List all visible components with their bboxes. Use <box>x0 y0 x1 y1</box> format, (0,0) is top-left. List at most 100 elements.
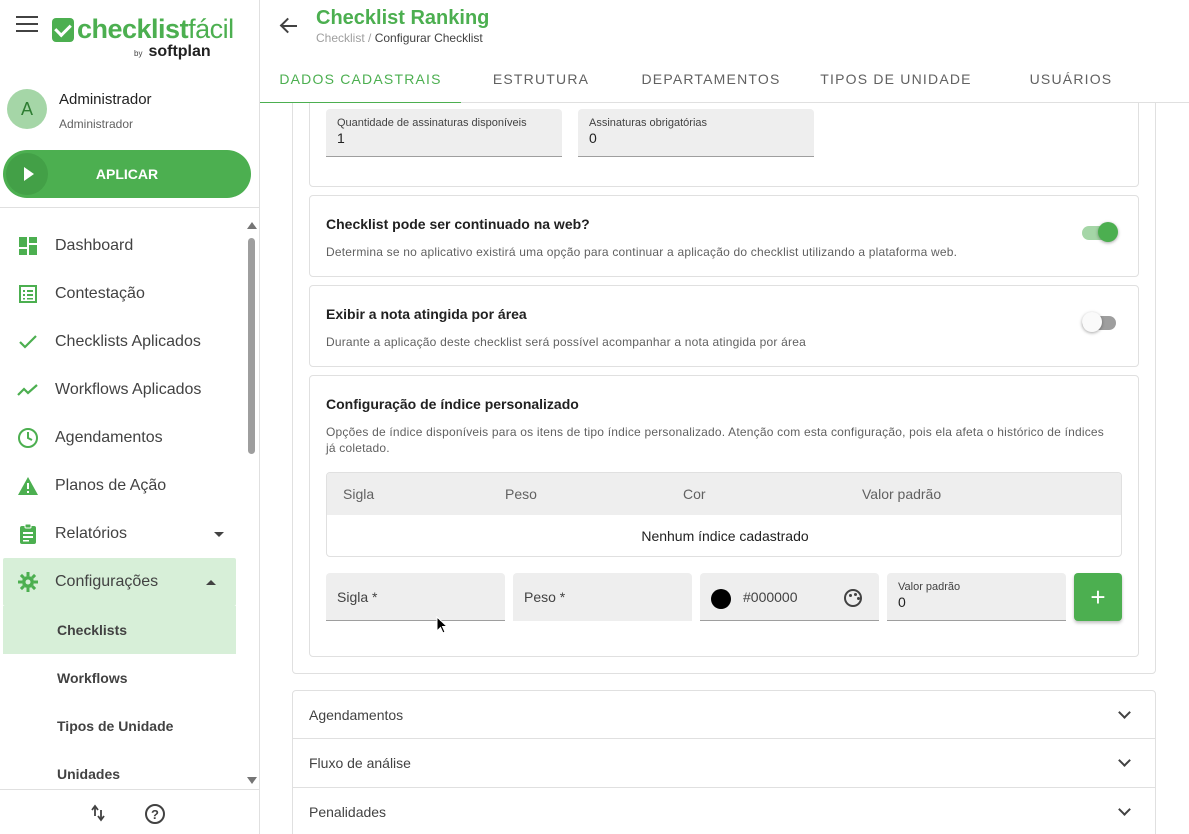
panel-title: Penalidades <box>309 804 387 820</box>
logo-text-accent: fácil <box>188 14 234 44</box>
sidebar-nav: Dashboard Contestação Checklists Aplicad… <box>0 222 244 798</box>
logo-by: by <box>134 49 143 58</box>
logo-check-icon <box>52 17 74 42</box>
sidebar-item-dashboard[interactable]: Dashboard <box>0 222 244 270</box>
sidebar-subitem-label: Workflows <box>57 670 128 686</box>
table-header: Sigla Peso Cor Valor padrão <box>327 473 1121 515</box>
clock-icon <box>17 427 39 449</box>
field-label: Quantidade de assinaturas disponíveis <box>337 117 527 129</box>
page-header: Checklist Ranking Checklist / Configurar… <box>260 0 1189 104</box>
column-header-cor: Cor <box>683 486 706 502</box>
breadcrumb-parent[interactable]: Checklist <box>316 31 365 45</box>
tab-usuarios[interactable]: USUÁRIOS <box>991 55 1151 103</box>
logo-partner: softplan <box>148 43 211 60</box>
sidebar-item-checklists-aplicados[interactable]: Checklists Aplicados <box>0 318 244 366</box>
field-value: 0 <box>898 594 906 610</box>
field-value: 1 <box>337 130 345 146</box>
sidebar-item-relatorios[interactable]: Relatórios <box>0 510 244 558</box>
breadcrumb-separator: / <box>364 31 375 45</box>
color-value: #000000 <box>743 589 798 605</box>
back-arrow-icon[interactable] <box>279 16 299 36</box>
menu-icon[interactable] <box>16 16 38 34</box>
app-root: checklist fácil by softplan A Administrado… <box>0 0 1189 834</box>
panel-agendamentos[interactable]: Agendamentos <box>292 690 1156 739</box>
sidebar-item-label: Checklists Aplicados <box>55 333 201 350</box>
breadcrumb: Checklist / Configurar Checklist <box>316 31 483 45</box>
sort-icon[interactable] <box>90 804 106 822</box>
panel-fluxo-de-analise[interactable]: Fluxo de análise <box>292 739 1156 788</box>
chevron-down-icon <box>214 531 224 537</box>
area-score-toggle[interactable] <box>1082 312 1118 332</box>
sidebar-subitem-label: Checklists <box>57 622 128 638</box>
column-header-sigla: Sigla <box>343 486 375 502</box>
sidebar-item-label: Workflows Aplicados <box>55 381 202 398</box>
scroll-thumb[interactable] <box>248 238 255 454</box>
sidebar-subitem-workflows[interactable]: Workflows <box>0 654 244 702</box>
scroll-up-arrow-icon[interactable] <box>247 222 257 229</box>
gear-icon <box>17 571 39 593</box>
card-description: Determina se no aplicativo existirá uma … <box>326 245 958 259</box>
scroll-down-arrow-icon[interactable] <box>247 777 257 784</box>
signatures-available-field[interactable]: Quantidade de assinaturas disponíveis 1 <box>326 109 562 157</box>
color-input[interactable]: #000000 <box>700 573 879 621</box>
custom-index-card: Configuração de índice personalizado Opç… <box>309 375 1139 657</box>
peso-input[interactable]: Peso * <box>513 573 692 621</box>
card-title: Configuração de índice personalizado <box>326 396 579 412</box>
sidebar-subitem-checklists[interactable]: Checklists <box>3 606 236 654</box>
field-label: Valor padrão <box>898 581 961 593</box>
tab-estrutura[interactable]: ESTRUTURA <box>461 55 621 103</box>
field-value: 0 <box>589 130 597 146</box>
tab-dados-cadastrais[interactable]: DADOS CADASTRAIS <box>260 55 461 104</box>
default-value-input[interactable]: Valor padrão 0 <box>887 573 1066 621</box>
field-placeholder: Sigla * <box>337 589 378 605</box>
card-description: Opções de índice disponíveis para os ite… <box>326 425 1104 455</box>
warning-icon <box>17 475 39 497</box>
sidebar-item-configuracoes[interactable]: Configurações <box>3 558 236 606</box>
sidebar-item-contestacao[interactable]: Contestação <box>0 270 244 318</box>
main-content: Quantidade de assinaturas disponíveis 1 … <box>260 103 1189 834</box>
sidebar-item-workflows-aplicados[interactable]: Workflows Aplicados <box>0 366 244 414</box>
field-placeholder: Peso * <box>524 589 566 605</box>
card-title: Exibir a nota atingida por área <box>326 306 527 322</box>
logo-text-main: checklist <box>77 14 189 44</box>
signatures-required-field[interactable]: Assinaturas obrigatórias 0 <box>578 109 814 157</box>
avatar: A <box>7 89 47 129</box>
tab-tipos-de-unidade[interactable]: TIPOS DE UNIDADE <box>801 55 991 103</box>
chevron-up-icon <box>206 579 216 585</box>
sidebar-scrollbar[interactable] <box>246 222 257 784</box>
sidebar-footer: ? <box>0 789 259 834</box>
user-role: Administrador <box>59 117 134 131</box>
web-continue-toggle[interactable] <box>1082 222 1118 242</box>
panel-title: Fluxo de análise <box>309 755 411 771</box>
apply-button[interactable]: APLICAR <box>3 150 251 198</box>
chevron-down-icon <box>1118 803 1131 816</box>
panel-title: Agendamentos <box>309 707 404 723</box>
sidebar-item-label: Configurações <box>55 573 159 590</box>
sidebar-item-agendamentos[interactable]: Agendamentos <box>0 414 244 462</box>
sidebar-item-label: Relatórios <box>55 525 128 542</box>
sidebar: checklist fácil by softplan A Administrado… <box>0 0 260 834</box>
page-title: Checklist Ranking <box>316 7 490 29</box>
chevron-down-icon <box>1118 706 1131 719</box>
panel-penalidades[interactable]: Penalidades <box>292 788 1156 834</box>
tab-bar: DADOS CADASTRAIS ESTRUTURA DEPARTAMENTOS… <box>260 55 1189 104</box>
check-icon <box>17 331 39 353</box>
sidebar-subitem-label: Tipos de Unidade <box>57 718 174 734</box>
tab-departamentos[interactable]: DEPARTAMENTOS <box>621 55 801 103</box>
sidebar-item-planos-de-acao[interactable]: Planos de Ação <box>0 462 244 510</box>
palette-icon[interactable] <box>844 589 862 607</box>
chevron-down-icon <box>1118 754 1131 767</box>
area-score-card: Exibir a nota atingida por área Durante … <box>309 285 1139 367</box>
sigla-input[interactable]: Sigla * <box>326 573 505 621</box>
card-title: Checklist pode ser continuado na web? <box>326 216 590 232</box>
sidebar-item-label: Dashboard <box>55 237 134 254</box>
help-icon[interactable]: ? <box>145 804 165 824</box>
add-index-button[interactable]: + <box>1074 573 1122 621</box>
field-label: Assinaturas obrigatórias <box>589 117 708 129</box>
sidebar-item-label: Planos de Ação <box>55 477 167 494</box>
sidebar-subitem-tipos-de-unidade[interactable]: Tipos de Unidade <box>0 702 244 750</box>
apply-button-label: APLICAR <box>95 166 159 182</box>
card-description: Durante a aplicação deste checklist será… <box>326 335 806 349</box>
play-icon <box>6 153 48 195</box>
sidebar-item-label: Agendamentos <box>55 429 163 446</box>
